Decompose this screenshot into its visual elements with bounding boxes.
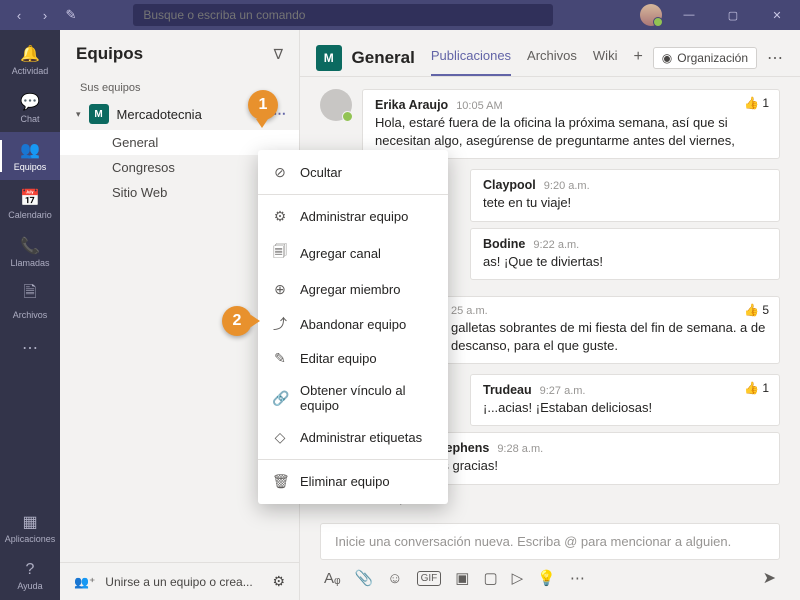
rail-more[interactable]: ⋯: [0, 324, 60, 372]
file-icon: 🗎: [24, 281, 37, 308]
reaction[interactable]: 👍 1: [744, 381, 769, 395]
separator: [258, 194, 448, 195]
rail-teams[interactable]: 👥Equipos: [0, 132, 60, 180]
tab-publicaciones[interactable]: Publicaciones: [431, 40, 511, 76]
reply-message: Claypool9:20 a.m. tete en tu viaje!: [470, 169, 780, 221]
window-close[interactable]: ✕: [760, 0, 794, 30]
leave-icon: ⤴: [272, 314, 288, 334]
team-name: Mercadotecnia: [117, 107, 202, 122]
more-compose-icon[interactable]: ⋯: [570, 569, 585, 587]
window-max[interactable]: ▢: [716, 0, 750, 30]
menu-administrar[interactable]: ⚙Administrar equipo: [258, 200, 448, 233]
titlebar: ‹ › ✎ — ▢ ✕: [0, 0, 800, 30]
channel-header: M General Publicaciones Archivos Wiki + …: [300, 30, 800, 77]
gif-icon[interactable]: GIF: [417, 571, 442, 586]
teams-icon: 👥: [20, 140, 40, 160]
menu-vinculo[interactable]: 🔗Obtener vínculo al equipo: [258, 375, 448, 421]
emoji-icon[interactable]: ☺: [387, 570, 402, 587]
channel-name: General: [352, 48, 415, 68]
meet-icon[interactable]: ▢: [483, 569, 497, 587]
chat-icon: 💬: [20, 92, 40, 112]
rail-activity[interactable]: 🔔Actividad: [0, 36, 60, 84]
tab-wiki[interactable]: Wiki: [593, 40, 618, 76]
trash-icon: 🗑: [272, 473, 288, 490]
nav-fwd[interactable]: ›: [34, 4, 56, 26]
search-input[interactable]: [133, 4, 553, 26]
message: Erika Araujo10:05 AM Hola, estaré fuera …: [320, 89, 780, 159]
apps-icon: ▦: [22, 512, 37, 532]
tab-archivos[interactable]: Archivos: [527, 40, 577, 76]
rail-chat[interactable]: 💬Chat: [0, 84, 60, 132]
menu-eliminar[interactable]: 🗑Eliminar equipo: [258, 465, 448, 498]
callout-2: 2: [222, 306, 252, 336]
menu-editar[interactable]: ✎Editar equipo: [258, 342, 448, 375]
new-message-icon[interactable]: ✎: [60, 4, 82, 26]
org-icon: ◉: [662, 51, 672, 65]
stream-icon[interactable]: ▷: [512, 569, 524, 587]
praise-icon[interactable]: 💡: [537, 569, 556, 587]
hide-icon: ⊘: [272, 164, 288, 181]
user-avatar[interactable]: [640, 4, 662, 26]
sticker-icon[interactable]: ▣: [455, 569, 469, 587]
more-icon: ⋯: [22, 338, 38, 358]
rail-calendar[interactable]: 📅Calendario: [0, 180, 60, 228]
link-icon: 🔗: [272, 390, 288, 407]
gear-icon[interactable]: ⚙: [272, 573, 285, 590]
reply-message: Bodine9:22 a.m. as! ¡Que te diviertas!: [470, 228, 780, 280]
tab-add[interactable]: +: [633, 40, 642, 76]
callout-1: 1: [248, 90, 278, 120]
compose-input[interactable]: Inicie una conversación nueva. Escriba @…: [320, 523, 780, 560]
edit-icon: ✎: [272, 350, 288, 367]
separator: [258, 459, 448, 460]
channel-tile: M: [316, 45, 342, 71]
app-rail: 🔔Actividad 💬Chat 👥Equipos 📅Calendario 📞L…: [0, 30, 60, 600]
bell-icon: 🔔: [20, 44, 40, 64]
send-icon[interactable]: ➤: [763, 568, 776, 588]
sidebar-title: Equipos: [76, 44, 143, 64]
menu-agregar-miembro[interactable]: ⊕Agregar miembro: [258, 273, 448, 306]
filter-icon[interactable]: ∇: [274, 46, 283, 63]
menu-abandonar[interactable]: ⤴Abandonar equipo: [258, 306, 448, 342]
gear-icon: ⚙: [272, 208, 288, 225]
chevron-down-icon: ▾: [76, 109, 81, 120]
phone-icon: 📞: [20, 236, 40, 256]
avatar[interactable]: [320, 89, 352, 121]
nav-back[interactable]: ‹: [8, 4, 30, 26]
add-member-icon: ⊕: [272, 281, 288, 298]
rail-calls[interactable]: 📞Llamadas: [0, 228, 60, 276]
menu-agregar-canal[interactable]: 🗐Agregar canal: [258, 233, 448, 273]
channel-more-icon[interactable]: ⋯: [767, 48, 784, 68]
reply-message: Trudeau9:27 a.m. ¡...acias! ¡Estaban del…: [470, 374, 780, 426]
channel-icon: 🗐: [272, 241, 288, 265]
format-icon[interactable]: Aᵩ: [324, 570, 341, 587]
rail-help[interactable]: ?Ayuda: [0, 552, 60, 600]
calendar-icon: 📅: [20, 188, 40, 208]
help-icon: ?: [26, 561, 35, 579]
message: 25 a.m. galletas sobrantes de mi fiesta …: [438, 296, 780, 364]
rail-files[interactable]: 🗎Archivos: [0, 276, 60, 324]
attach-icon[interactable]: 📎: [355, 569, 374, 587]
organization-button[interactable]: ◉Organización: [653, 47, 757, 69]
join-team-icon: 👥⁺: [74, 575, 95, 589]
join-team-link[interactable]: Unirse a un equipo o crea...: [105, 575, 252, 589]
rail-apps[interactable]: ▦Aplicaciones: [0, 504, 60, 552]
menu-etiquetas[interactable]: ◇Administrar etiquetas: [258, 421, 448, 454]
compose-area: Inicie una conversación nueva. Escriba @…: [300, 515, 800, 600]
reaction[interactable]: 👍 1: [744, 96, 769, 110]
reaction[interactable]: 👍 5: [744, 303, 769, 317]
menu-ocultar[interactable]: ⊘Ocultar: [258, 156, 448, 189]
team-tile: M: [89, 104, 109, 124]
tag-icon: ◇: [272, 429, 288, 446]
window-min[interactable]: —: [672, 0, 706, 30]
team-context-menu: ⊘Ocultar ⚙Administrar equipo 🗐Agregar ca…: [258, 150, 448, 504]
